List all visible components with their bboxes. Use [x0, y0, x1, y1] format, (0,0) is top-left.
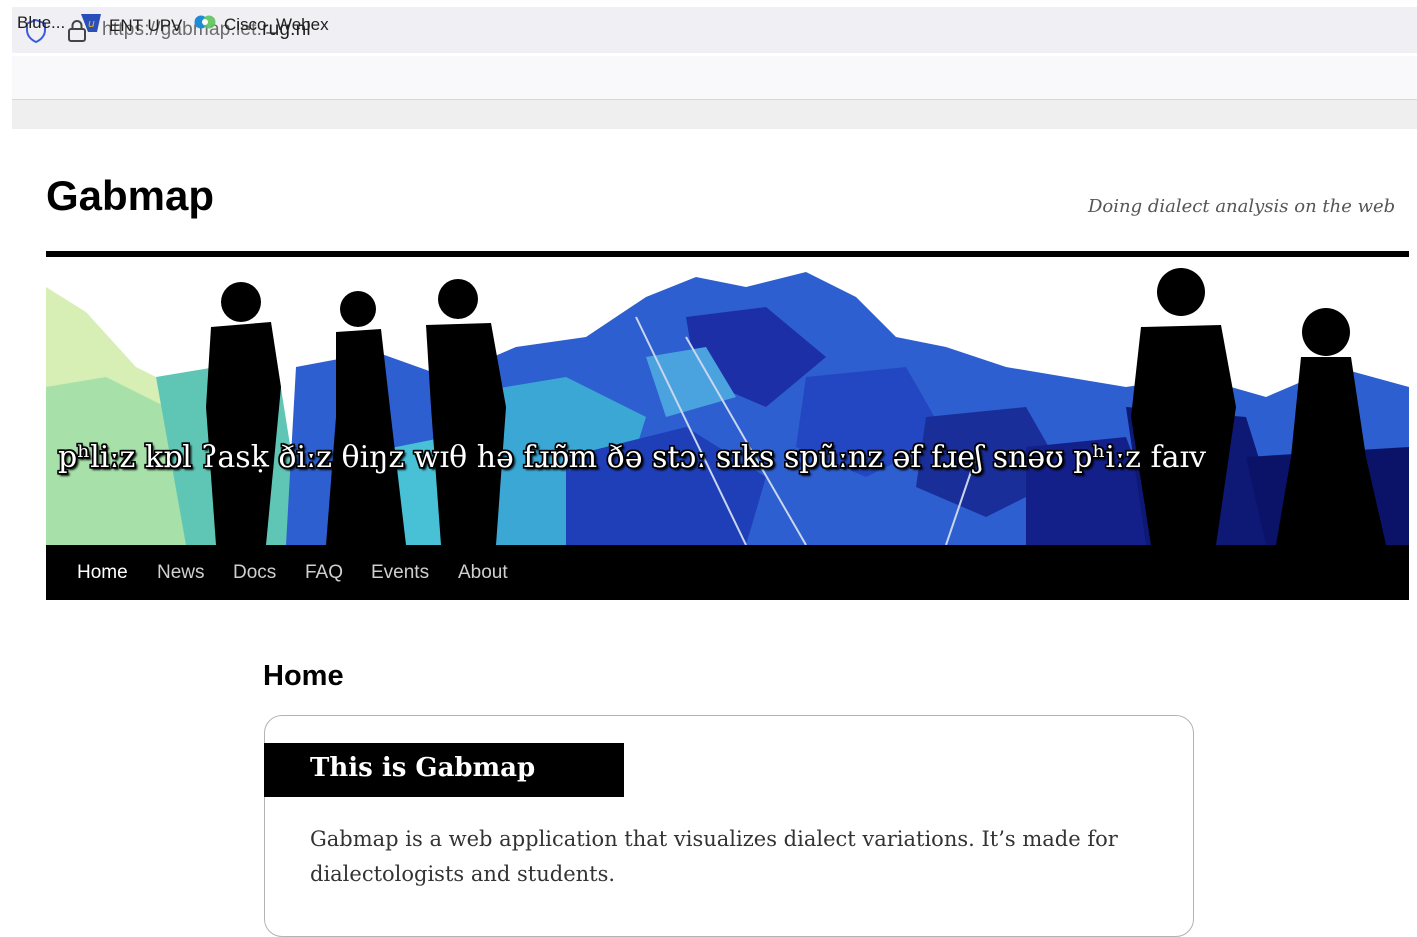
browser-frame-edge	[0, 0, 12, 911]
nav-home[interactable]: Home	[77, 562, 128, 584]
bookmark-cisco-webex[interactable]: Cisco_Webex	[193, 13, 329, 36]
header-banner: pʰliːz kɒl ʔasḳ ðiːz θiŋz wɪθ hə fɹɒ̃m ð…	[46, 257, 1409, 545]
main-nav: Home News Docs FAQ Events About	[46, 545, 1409, 600]
card-text: Gabmap is a web application that visuali…	[310, 827, 1118, 886]
bookmarks-bar	[12, 56, 1417, 100]
nav-events[interactable]: Events	[371, 562, 429, 584]
nav-news[interactable]: News	[157, 562, 205, 584]
ent-upv-icon: u	[80, 13, 102, 38]
nav-about[interactable]: About	[458, 562, 508, 584]
webex-icon	[193, 13, 217, 36]
nav-faq[interactable]: FAQ	[305, 562, 343, 584]
card-title: This is Gabmap	[310, 753, 536, 783]
site-tagline: Doing dialect analysis on the web	[1088, 196, 1396, 217]
bookmark-ent-upv[interactable]: u ENT UPV	[80, 13, 182, 38]
bookmark-blue[interactable]: Blue...	[17, 13, 65, 33]
nav-docs[interactable]: Docs	[233, 562, 276, 584]
page-title: Home	[263, 660, 344, 692]
svg-text:u: u	[88, 17, 95, 30]
site-title[interactable]: Gabmap	[46, 172, 214, 220]
ipa-text: pʰliːz kɒl ʔasḳ ðiːz θiŋz wɪθ hə fɹɒ̃m ð…	[58, 440, 1206, 475]
dialect-map-image: pʰliːz kɒl ʔasḳ ðiːz θiŋz wɪθ hə fɹɒ̃m ð…	[46, 257, 1409, 545]
browser-gap	[12, 100, 1417, 129]
